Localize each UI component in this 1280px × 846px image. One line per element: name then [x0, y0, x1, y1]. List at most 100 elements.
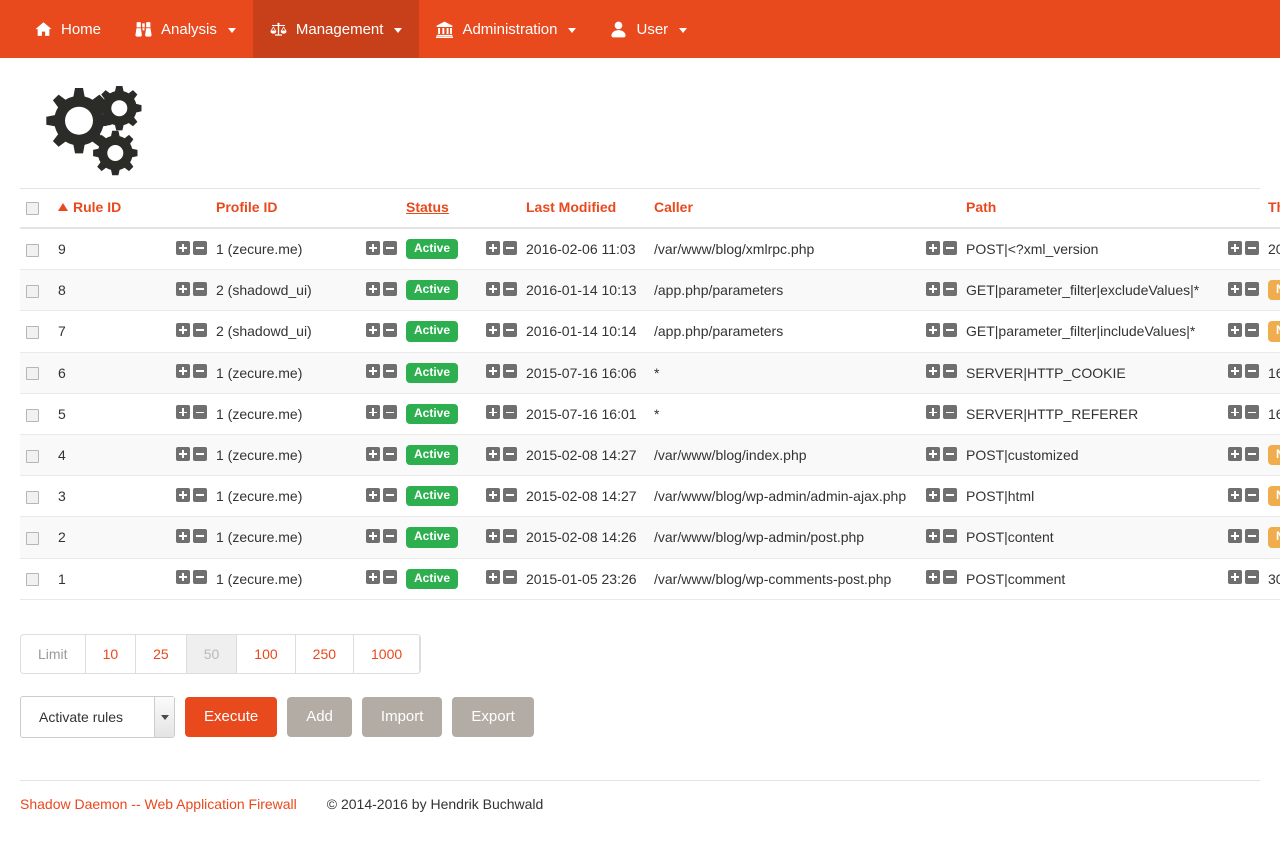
- minus-icon[interactable]: [383, 446, 397, 461]
- execute-button[interactable]: Execute: [185, 697, 278, 738]
- plus-icon[interactable]: [366, 364, 380, 379]
- minus-icon[interactable]: [383, 322, 397, 337]
- minus-icon[interactable]: [1245, 281, 1259, 296]
- row-checkbox[interactable]: [26, 449, 39, 463]
- plus-icon[interactable]: [486, 281, 500, 296]
- plus-icon[interactable]: [926, 322, 940, 337]
- column-header-threshold[interactable]: Threshold: [1262, 189, 1280, 229]
- bulk-action-select[interactable]: Activate rules: [20, 696, 175, 739]
- column-header-profile-id[interactable]: Profile ID: [210, 189, 360, 229]
- select-dropdown-arrow[interactable]: [154, 697, 174, 738]
- minus-icon[interactable]: [943, 528, 957, 543]
- plus-icon[interactable]: [926, 570, 940, 585]
- select-all-checkbox[interactable]: [26, 201, 39, 215]
- minus-icon[interactable]: [943, 570, 957, 585]
- plus-icon[interactable]: [486, 528, 500, 543]
- minus-icon[interactable]: [943, 281, 957, 296]
- plus-icon[interactable]: [486, 487, 500, 502]
- column-header-last-modified[interactable]: Last Modified: [520, 189, 648, 229]
- column-header-rule-id[interactable]: Rule ID: [52, 189, 170, 229]
- minus-icon[interactable]: [943, 364, 957, 379]
- plus-icon[interactable]: [1228, 528, 1242, 543]
- plus-icon[interactable]: [176, 405, 190, 420]
- row-checkbox[interactable]: [26, 243, 39, 257]
- plus-icon[interactable]: [926, 446, 940, 461]
- plus-icon[interactable]: [1228, 405, 1242, 420]
- minus-icon[interactable]: [943, 446, 957, 461]
- plus-icon[interactable]: [176, 322, 190, 337]
- limit-option-25[interactable]: 25: [136, 634, 187, 674]
- row-checkbox[interactable]: [26, 491, 39, 505]
- plus-icon[interactable]: [366, 322, 380, 337]
- minus-icon[interactable]: [1245, 322, 1259, 337]
- plus-icon[interactable]: [176, 364, 190, 379]
- limit-option-100[interactable]: 100: [237, 634, 296, 674]
- minus-icon[interactable]: [943, 322, 957, 337]
- minus-icon[interactable]: [1245, 528, 1259, 543]
- nav-item-user[interactable]: User: [593, 0, 704, 58]
- minus-icon[interactable]: [383, 405, 397, 420]
- minus-icon[interactable]: [503, 446, 517, 461]
- plus-icon[interactable]: [366, 281, 380, 296]
- minus-icon[interactable]: [193, 528, 207, 543]
- plus-icon[interactable]: [1228, 446, 1242, 461]
- plus-icon[interactable]: [366, 446, 380, 461]
- plus-icon[interactable]: [486, 364, 500, 379]
- plus-icon[interactable]: [1228, 570, 1242, 585]
- plus-icon[interactable]: [926, 240, 940, 255]
- plus-icon[interactable]: [926, 405, 940, 420]
- plus-icon[interactable]: [926, 528, 940, 543]
- minus-icon[interactable]: [503, 528, 517, 543]
- minus-icon[interactable]: [503, 570, 517, 585]
- minus-icon[interactable]: [943, 240, 957, 255]
- plus-icon[interactable]: [1228, 240, 1242, 255]
- row-checkbox[interactable]: [26, 573, 39, 587]
- minus-icon[interactable]: [503, 281, 517, 296]
- minus-icon[interactable]: [193, 405, 207, 420]
- minus-icon[interactable]: [193, 570, 207, 585]
- nav-item-analysis[interactable]: Analysis: [118, 0, 253, 58]
- minus-icon[interactable]: [1245, 405, 1259, 420]
- plus-icon[interactable]: [366, 528, 380, 543]
- plus-icon[interactable]: [366, 487, 380, 502]
- limit-option-250[interactable]: 250: [295, 634, 355, 674]
- minus-icon[interactable]: [503, 364, 517, 379]
- minus-icon[interactable]: [383, 487, 397, 502]
- minus-icon[interactable]: [193, 281, 207, 296]
- import-button[interactable]: Import: [361, 697, 443, 738]
- row-checkbox[interactable]: [26, 326, 39, 340]
- column-header-status[interactable]: Status: [400, 189, 480, 229]
- row-checkbox[interactable]: [26, 408, 39, 422]
- row-checkbox[interactable]: [26, 285, 39, 299]
- plus-icon[interactable]: [486, 405, 500, 420]
- minus-icon[interactable]: [383, 240, 397, 255]
- minus-icon[interactable]: [193, 240, 207, 255]
- minus-icon[interactable]: [193, 322, 207, 337]
- minus-icon[interactable]: [943, 405, 957, 420]
- plus-icon[interactable]: [176, 446, 190, 461]
- minus-icon[interactable]: [193, 364, 207, 379]
- plus-icon[interactable]: [1228, 487, 1242, 502]
- minus-icon[interactable]: [1245, 364, 1259, 379]
- plus-icon[interactable]: [366, 570, 380, 585]
- plus-icon[interactable]: [486, 240, 500, 255]
- minus-icon[interactable]: [383, 281, 397, 296]
- limit-option-10[interactable]: 10: [85, 634, 137, 674]
- plus-icon[interactable]: [926, 487, 940, 502]
- limit-option-1000[interactable]: 1000: [354, 634, 421, 674]
- plus-icon[interactable]: [176, 528, 190, 543]
- minus-icon[interactable]: [1245, 570, 1259, 585]
- plus-icon[interactable]: [486, 322, 500, 337]
- minus-icon[interactable]: [503, 322, 517, 337]
- minus-icon[interactable]: [503, 405, 517, 420]
- plus-icon[interactable]: [366, 405, 380, 420]
- plus-icon[interactable]: [1228, 322, 1242, 337]
- minus-icon[interactable]: [383, 570, 397, 585]
- plus-icon[interactable]: [486, 446, 500, 461]
- minus-icon[interactable]: [503, 240, 517, 255]
- plus-icon[interactable]: [366, 240, 380, 255]
- plus-icon[interactable]: [926, 364, 940, 379]
- plus-icon[interactable]: [926, 281, 940, 296]
- minus-icon[interactable]: [943, 487, 957, 502]
- plus-icon[interactable]: [486, 570, 500, 585]
